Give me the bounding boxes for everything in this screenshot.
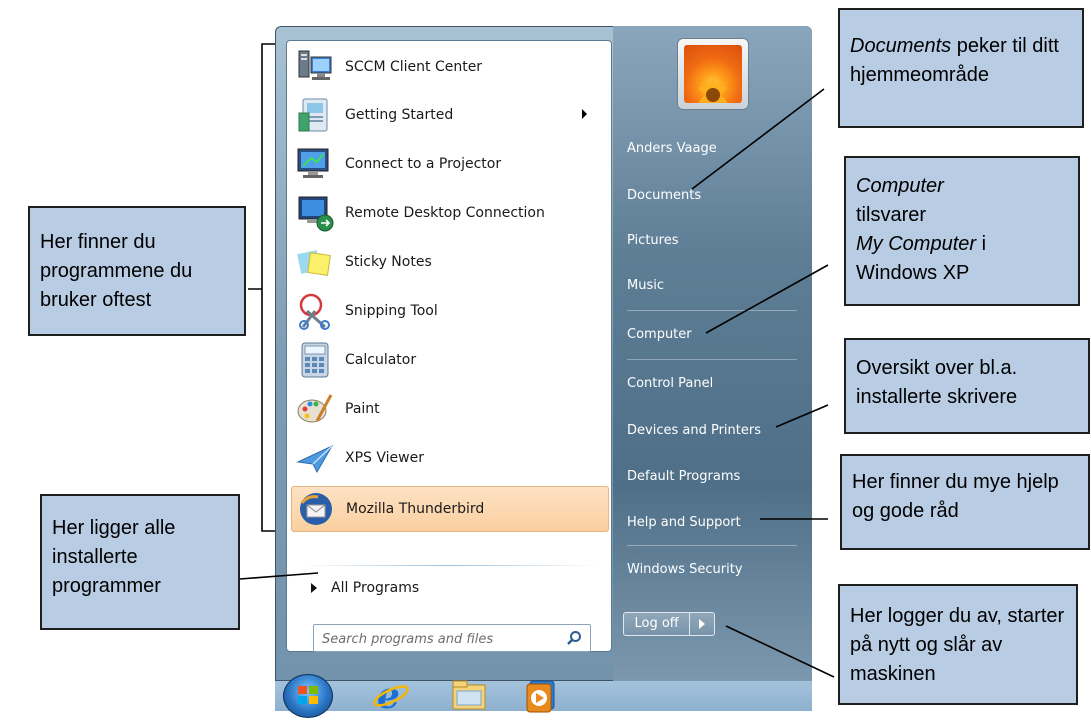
callout-text: Her ligger alle installerte programmer — [52, 517, 176, 597]
callout-emphasis: My Computer — [856, 233, 977, 255]
callout-computer: Computer tilsvarer My Computer i Windows… — [844, 156, 1080, 306]
callout-logoff: Her logger du av, starter på nytt og slå… — [838, 584, 1078, 705]
callout-text: Her finner du programmene du bruker ofte… — [40, 231, 193, 311]
callout-emphasis: Documents — [850, 35, 952, 57]
logoff-leader — [725, 625, 835, 678]
callout-devices-printers: Oversikt over bl.a. installerte skrivere — [844, 338, 1090, 434]
frequent-programs-bracket — [248, 43, 275, 532]
callout-emphasis: Computer — [856, 175, 944, 197]
callout-text: Her logger du av, starter på nytt og slå… — [850, 605, 1065, 685]
callout-text: Her finner du mye hjelp og gode råd — [852, 471, 1059, 522]
callout-documents: Documents peker til ditt hjemmeområde — [838, 8, 1084, 128]
callout-help-support: Her finner du mye hjelp og gode råd — [840, 454, 1090, 550]
all-programs-leader — [239, 572, 319, 580]
documents-leader — [691, 88, 825, 190]
callout-text: tilsvarer — [856, 204, 927, 226]
callout-text: Oversikt over bl.a. installerte skrivere — [856, 357, 1018, 408]
computer-leader — [705, 264, 829, 334]
callout-all-programs: Her ligger alle installerte programmer — [40, 494, 240, 630]
callout-frequent-programs: Her finner du programmene du bruker ofte… — [28, 206, 246, 336]
devices-leader — [775, 404, 829, 428]
